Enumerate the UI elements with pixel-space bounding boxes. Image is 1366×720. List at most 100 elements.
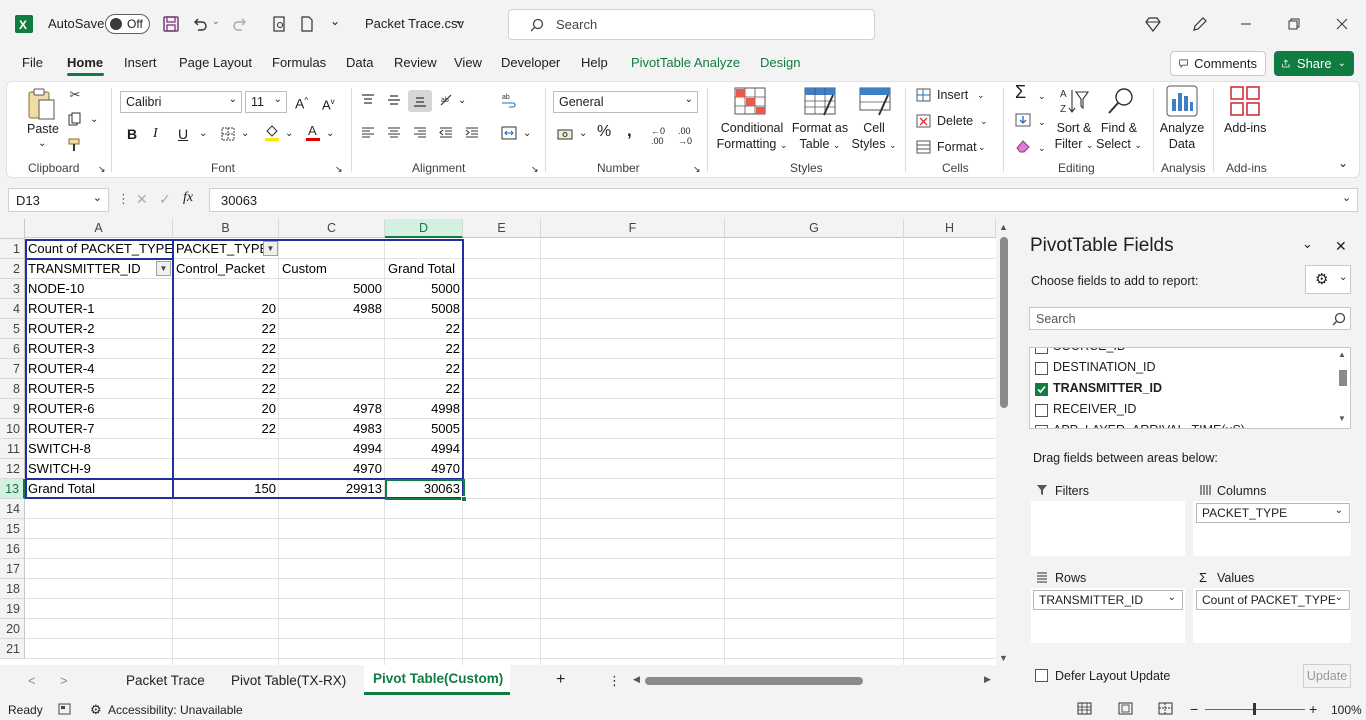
increase-decimal-icon[interactable]: ←0.00 (651, 126, 665, 146)
tab-review[interactable]: Review (394, 55, 437, 70)
field-list[interactable]: SOURCE_ID DESTINATION_ID TRANSMITTER_ID REC… (1029, 347, 1351, 429)
align-center-icon[interactable] (385, 124, 403, 142)
fill-icon[interactable] (1014, 111, 1032, 129)
field-checkbox[interactable] (1035, 383, 1048, 396)
insert-cells-button[interactable]: Insert ⌄ (916, 86, 996, 104)
filters-drop-area[interactable] (1031, 501, 1185, 556)
row-header-18[interactable]: 18 (0, 579, 25, 599)
tab-view[interactable]: View (454, 55, 482, 70)
share-dropdown-icon[interactable]: ⌄ (1338, 58, 1346, 69)
decrease-decimal-icon[interactable]: .00 →0 (678, 126, 692, 146)
undo-icon[interactable] (190, 14, 210, 34)
tab-developer[interactable]: Developer (501, 55, 560, 70)
undo-dropdown-icon[interactable]: ⌄ (212, 16, 220, 27)
active-cell-d13[interactable] (385, 479, 465, 500)
clipboard-launcher-icon[interactable]: ↘ (98, 161, 106, 177)
align-left-icon[interactable] (359, 124, 377, 142)
column-header-g[interactable]: G (725, 219, 904, 238)
add-sheet-icon[interactable]: + (556, 671, 565, 689)
row-header-4[interactable]: 4 (0, 299, 25, 319)
columns-field-packet-type[interactable]: PACKET_TYPE ⌄ (1196, 503, 1350, 523)
cell-styles-label[interactable]: Cell Styles ⌄ (850, 120, 898, 153)
fill-dropdown-icon[interactable]: ⌄ (1038, 114, 1046, 130)
field-checkbox[interactable] (1035, 404, 1048, 417)
scroll-right-icon[interactable]: ▶ (984, 674, 991, 685)
orientation-icon[interactable]: ab (438, 91, 456, 109)
font-launcher-icon[interactable]: ↘ (335, 161, 343, 177)
row-header-14[interactable]: 14 (0, 499, 25, 519)
fill-color-icon[interactable] (263, 123, 281, 141)
share-button[interactable]: Share ⌄ (1274, 51, 1354, 76)
add-ins-icon[interactable] (1230, 86, 1260, 116)
insert-function-icon[interactable]: fx (183, 190, 193, 206)
column-header-b[interactable]: B (173, 219, 279, 238)
horizontal-scroll-thumb[interactable] (645, 677, 863, 685)
sheet-tab-packet-trace[interactable]: Packet Trace (126, 673, 205, 688)
print-preview-icon[interactable] (269, 14, 289, 34)
cut-icon[interactable]: ✂ (66, 86, 84, 104)
minimize-icon[interactable] (1236, 14, 1256, 34)
page-break-view-icon[interactable] (1158, 702, 1173, 715)
copy-dropdown-icon[interactable]: ⌄ (90, 112, 98, 128)
zoom-slider-thumb[interactable] (1253, 703, 1256, 715)
row-header-10[interactable]: 10 (0, 419, 25, 439)
underline-dropdown-icon[interactable]: ⌄ (199, 126, 207, 142)
column-header-d[interactable]: D (385, 219, 463, 238)
paste-dropdown-icon[interactable]: ⌄ (38, 136, 46, 152)
accessibility-status[interactable]: Accessibility: Unavailable (108, 703, 243, 717)
italic-icon[interactable]: I (153, 126, 158, 142)
sheet-tab-pivot-custom[interactable]: Pivot Table(Custom) (373, 671, 503, 686)
font-size-dropdown[interactable]: 11 ⌄ (245, 91, 287, 113)
comma-style-icon[interactable]: , (627, 122, 632, 139)
row-header-3[interactable]: 3 (0, 279, 25, 299)
number-launcher-icon[interactable]: ↘ (693, 161, 701, 177)
align-top-icon[interactable] (359, 91, 377, 109)
defer-layout-checkbox[interactable] (1035, 669, 1048, 682)
sheet-tab-pivot-tx-rx[interactable]: Pivot Table(TX-RX) (231, 673, 346, 688)
row-header-5[interactable]: 5 (0, 319, 25, 339)
scroll-down-icon[interactable]: ▼ (1338, 414, 1346, 423)
select-all-corner[interactable] (0, 219, 25, 239)
autosum-icon[interactable]: Σ (1015, 83, 1026, 101)
format-cells-button[interactable]: Format ⌄ (916, 138, 996, 156)
customize-toolbar-icon[interactable]: ⌄ (330, 14, 340, 28)
tab-formulas[interactable]: Formulas (272, 55, 326, 70)
add-ins-label[interactable]: Add-ins (1224, 120, 1266, 136)
tab-data[interactable]: Data (346, 55, 373, 70)
analyze-data-label[interactable]: Analyze Data (1157, 120, 1207, 152)
row-header-16[interactable]: 16 (0, 539, 25, 559)
tab-design[interactable]: Design (760, 55, 800, 70)
conditional-formatting-icon[interactable] (734, 87, 766, 117)
field-checkbox[interactable] (1035, 425, 1048, 428)
confirm-entry-icon[interactable]: ✓ (159, 191, 171, 208)
zoom-out-icon[interactable]: − (1190, 701, 1198, 717)
alignment-launcher-icon[interactable]: ↘ (531, 161, 539, 177)
rows-field-transmitter-id[interactable]: TRANSMITTER_ID ⌄ (1033, 590, 1183, 610)
column-header-e[interactable]: E (463, 219, 541, 238)
fill-dropdown-icon[interactable]: ⌄ (285, 126, 293, 142)
row-header-1[interactable]: 1 (0, 239, 25, 259)
delete-cells-button[interactable]: Delete ⌄ (916, 112, 996, 130)
autosave-toggle[interactable]: Off (105, 14, 150, 34)
prev-sheet-icon[interactable]: < (28, 673, 36, 688)
scroll-up-icon[interactable]: ▲ (1338, 350, 1346, 359)
percent-icon[interactable]: % (597, 124, 611, 140)
decrease-indent-icon[interactable] (437, 124, 455, 142)
cancel-entry-icon[interactable]: ✕ (136, 191, 148, 208)
tab-insert[interactable]: Insert (124, 55, 157, 70)
currency-icon[interactable] (556, 125, 574, 143)
search-box[interactable]: Search (508, 9, 875, 40)
increase-font-icon[interactable]: A^ (295, 93, 308, 112)
formula-input[interactable]: 30063 (209, 188, 1358, 212)
cell-styles-icon[interactable] (859, 87, 891, 117)
field-item-label[interactable]: DESTINATION_ID (1053, 360, 1156, 374)
title-chevron-down-icon[interactable]: ⌄ (454, 13, 464, 27)
number-format-dropdown[interactable]: General ⌄ (553, 91, 698, 113)
paste-button[interactable] (27, 87, 57, 121)
next-sheet-icon[interactable]: > (60, 673, 68, 688)
tab-home[interactable]: Home (67, 55, 103, 70)
close-icon[interactable] (1332, 14, 1352, 34)
row-header-19[interactable]: 19 (0, 599, 25, 619)
clear-icon[interactable] (1014, 137, 1032, 155)
row-header-12[interactable]: 12 (0, 459, 25, 479)
